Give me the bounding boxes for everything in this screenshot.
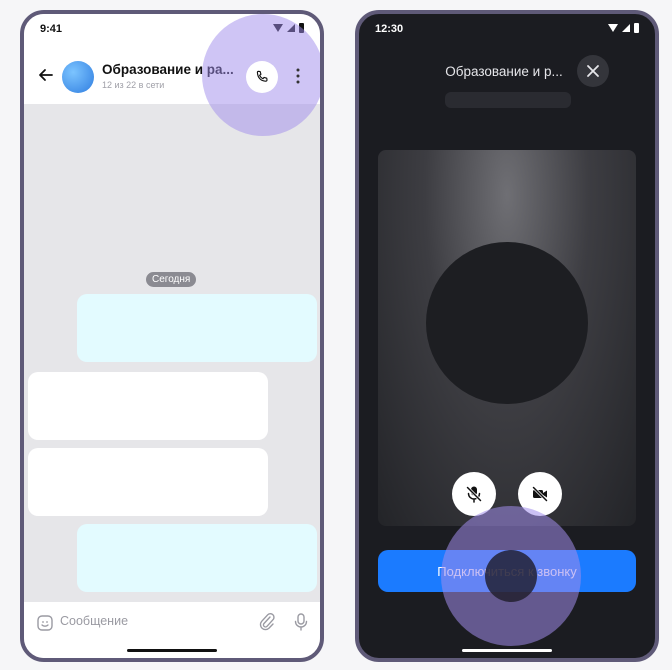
- microphone-off-icon: [466, 486, 482, 503]
- date-chip: Сегодня: [146, 272, 197, 287]
- home-indicator: [127, 649, 217, 652]
- message-bubble-incoming[interactable]: [28, 448, 268, 516]
- call-subtitle-placeholder: [445, 92, 571, 108]
- chat-screen-phone: 9:41 Образование и ра... 12 из 22 в сети…: [20, 10, 324, 662]
- tap-indicator-inner: [485, 550, 537, 602]
- back-arrow-icon[interactable]: [36, 65, 56, 85]
- message-composer: Сообщение: [24, 602, 320, 658]
- participant-avatar: [426, 242, 588, 404]
- emoji-icon[interactable]: [36, 614, 54, 632]
- call-button[interactable]: [246, 61, 278, 93]
- chat-avatar[interactable]: [62, 61, 94, 93]
- message-bubble-incoming[interactable]: [28, 372, 268, 440]
- chat-subtitle: 12 из 22 в сети: [102, 80, 165, 90]
- status-bar: 12:30: [359, 14, 655, 48]
- close-button[interactable]: [577, 55, 609, 87]
- paperclip-icon[interactable]: [258, 612, 276, 632]
- status-icons: [608, 23, 639, 33]
- battery-icon: [634, 23, 639, 33]
- status-time: 12:30: [375, 23, 404, 35]
- status-time: 9:41: [40, 23, 63, 35]
- call-title: Образование и р...: [445, 64, 563, 79]
- message-bubble-outgoing[interactable]: [77, 524, 317, 592]
- phone-icon: [256, 70, 268, 82]
- home-indicator: [462, 649, 552, 652]
- message-input[interactable]: Сообщение: [60, 614, 128, 628]
- chat-header: Образование и ра... 12 из 22 в сети: [24, 14, 320, 136]
- video-preview: [378, 150, 636, 526]
- more-vertical-icon[interactable]: [296, 68, 300, 84]
- wifi-icon: [608, 24, 618, 32]
- close-icon: [587, 65, 599, 77]
- message-bubble-outgoing[interactable]: [77, 294, 317, 362]
- signal-icon: [622, 24, 630, 32]
- camera-off-icon: [532, 486, 548, 502]
- microphone-icon[interactable]: [292, 612, 310, 632]
- call-screen-phone: 12:30 Образование и р...: [355, 10, 659, 662]
